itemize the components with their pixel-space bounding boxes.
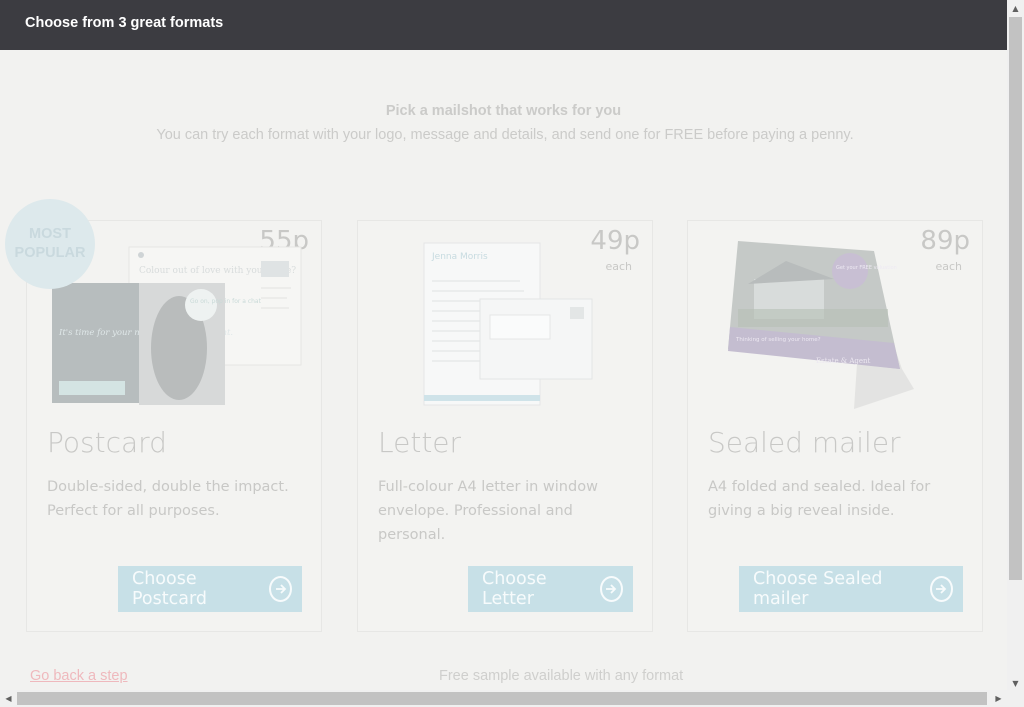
mailer-strip-text: Thinking of selling your home?	[735, 337, 821, 343]
intro-subheading: You can try each format with your logo, …	[156, 127, 854, 143]
button-label: Choose Sealed mailer	[753, 569, 883, 609]
mailer-stamp-text: Get your FREE valuation	[836, 265, 897, 271]
card-title: Postcard	[47, 426, 167, 459]
arrow-right-icon	[599, 576, 623, 602]
badge-line-2: POPULAR	[14, 245, 86, 261]
button-label: Choose Letter	[482, 569, 547, 609]
badge-line-1: MOST	[29, 226, 71, 242]
card-letter[interactable]: 49p each Jenna Morris Letter Full-colour…	[357, 220, 653, 632]
arrow-right-icon	[269, 576, 292, 602]
scroll-right-icon[interactable]: ▶	[990, 690, 1007, 707]
button-label: Choose Postcard	[132, 569, 207, 609]
card-description: Full-colour A4 letter in window envelope…	[378, 479, 598, 543]
choose-letter-button[interactable]: Choose Letter	[468, 566, 633, 612]
scroll-left-icon[interactable]: ◀	[0, 690, 17, 707]
format-chooser: Pick a mailshot that works for you You c…	[0, 50, 1007, 692]
free-sample-note: Free sample available with any format	[439, 668, 684, 684]
horizontal-scrollbar[interactable]: ◀ ▶	[0, 690, 1007, 707]
go-back-link[interactable]: Go back a step	[30, 668, 128, 684]
postcard-seal-text: Go on, pop in for a chat	[190, 298, 262, 305]
mailer-footer-text: Estate & Agent	[816, 357, 871, 365]
modal-header: Choose from 3 great formats	[0, 0, 1007, 50]
letter-thumbnail: Jenna Morris	[423, 242, 593, 406]
card-sealed-mailer[interactable]: 89p each Thinking of selling your home? …	[687, 220, 983, 632]
scrollbar-corner	[1007, 690, 1024, 707]
postcard-thumbnail: Colour out of love with your style? It's…	[52, 246, 302, 405]
intro-heading: Pick a mailshot that works for you	[385, 103, 622, 119]
vertical-scroll-thumb[interactable]	[1009, 17, 1022, 580]
vertical-scrollbar[interactable]: ▲ ▼	[1007, 0, 1024, 692]
sealed-mailer-thumbnail: Thinking of selling your home? Estate & …	[728, 241, 914, 409]
card-description: A4 folded and sealed. Ideal for giving a…	[708, 479, 931, 519]
card-title: Sealed mailer	[708, 426, 901, 459]
card-title: Letter	[378, 426, 462, 459]
scroll-up-icon[interactable]: ▲	[1007, 0, 1024, 17]
most-popular-badge: MOST POPULAR	[5, 199, 95, 289]
choose-postcard-button[interactable]: Choose Postcard	[118, 566, 302, 612]
letter-sender-text: Jenna Morris	[431, 252, 488, 262]
modal-title: Choose from 3 great formats	[25, 15, 224, 31]
arrow-right-icon	[929, 576, 953, 602]
choose-sealed-mailer-button[interactable]: Choose Sealed mailer	[739, 566, 963, 612]
card-description: Double-sided, double the impact. Perfect…	[47, 479, 289, 519]
horizontal-scroll-thumb[interactable]	[17, 692, 987, 705]
